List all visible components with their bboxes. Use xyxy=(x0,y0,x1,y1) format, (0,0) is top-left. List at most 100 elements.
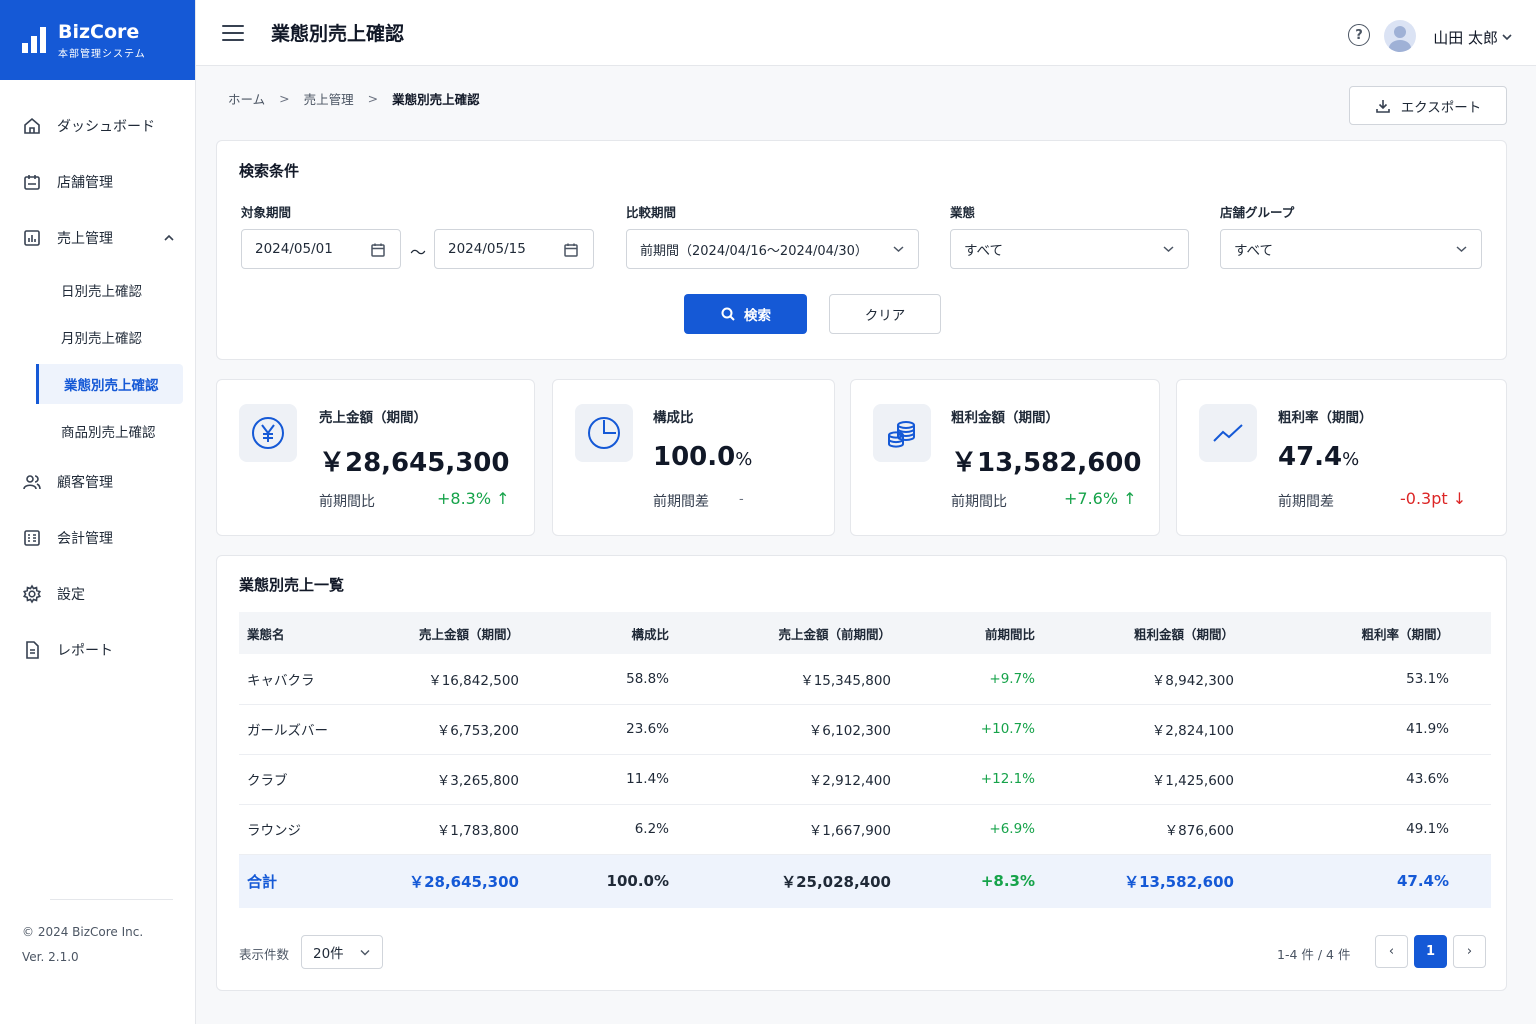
sidebar-subitem-monthly[interactable]: 月別売上確認 xyxy=(0,313,195,360)
column-header[interactable]: 前期間比 xyxy=(911,612,1063,654)
page-1-button[interactable]: 1 xyxy=(1414,935,1447,968)
table-row[interactable]: クラブ ￥3,265,800 11.4% ￥2,912,400 +12.1% ￥1,425… xyxy=(239,754,1491,805)
table-cell-type: ラウンジ xyxy=(239,804,389,855)
table-total-row[interactable]: 合計 ￥28,645,300 100.0% ￥25,028,400 +8.3% ￥13,5… xyxy=(239,854,1491,908)
sidebar-item-label: ダッシュボード xyxy=(57,119,155,135)
table-cell: ￥3,265,800 xyxy=(389,754,549,805)
breadcrumb-home[interactable]: ホーム xyxy=(228,89,265,108)
chevron-down-icon xyxy=(893,246,904,253)
table-cell: 6.2% xyxy=(549,804,699,855)
sidebar-subitem-daily[interactable]: 日別売上確認 xyxy=(0,266,195,313)
table-cell: ￥1,783,800 xyxy=(389,804,549,855)
kpi-card-sales: 売上金額（期間） ￥28,645,300 前期間比 +8.3% ↑ xyxy=(216,379,535,536)
calendar-icon[interactable] xyxy=(563,242,579,258)
sales-chart-icon xyxy=(24,230,40,246)
period-label: 対象期間 xyxy=(241,205,292,220)
coins-icon xyxy=(873,404,931,462)
table-row[interactable]: キャバクラ ￥16,842,500 58.8% ￥15,345,800 +9.7% ￥8,… xyxy=(239,654,1491,705)
sidebar-subitem-by-product[interactable]: 商品別売上確認 xyxy=(0,407,195,454)
kpi-compare-label: 前期間差 xyxy=(653,494,709,510)
table-cell-type: 合計 xyxy=(239,854,389,908)
table-cell-type: ガールズバー xyxy=(239,704,389,755)
table-cell: +8.3% xyxy=(911,854,1063,908)
table-cell: +12.1% xyxy=(911,754,1063,805)
users-icon xyxy=(23,475,41,490)
avatar[interactable] xyxy=(1384,20,1416,52)
column-header[interactable]: 構成比 xyxy=(549,612,699,654)
sidebar-item-settings[interactable]: 設定 xyxy=(0,566,195,622)
sidebar-item-label: 店舗管理 xyxy=(57,175,113,191)
date-from-value: 2024/05/01 xyxy=(255,241,333,257)
column-header[interactable]: 業態名 xyxy=(239,612,389,654)
chevron-down-icon xyxy=(1456,246,1467,253)
column-header[interactable]: 粗利金額（期間） xyxy=(1063,612,1268,654)
per-page-select[interactable]: 20件 xyxy=(301,935,383,969)
chevron-down-icon[interactable] xyxy=(1502,33,1512,41)
kpi-delta: - xyxy=(739,492,744,507)
sidebar-item-dashboard[interactable]: ダッシュボード xyxy=(0,98,195,154)
trend-line-icon xyxy=(1199,404,1257,462)
kpi-card-gross-profit: 粗利金額（期間） ￥13,582,600 前期間比 +7.6% ↑ xyxy=(850,379,1160,536)
user-name[interactable]: 山田 太郎 xyxy=(1433,27,1498,48)
type-label: 業態 xyxy=(950,205,976,220)
table-cell: 43.6% xyxy=(1268,754,1491,805)
table-row[interactable]: ガールズバー ￥6,753,200 23.6% ￥6,102,300 +10.7% ￥2,… xyxy=(239,704,1491,755)
store-group-select[interactable]: すべて xyxy=(1220,229,1482,269)
business-type-select[interactable]: すべて xyxy=(950,229,1189,269)
kpi-label: 粗利金額（期間） xyxy=(951,410,1059,426)
breadcrumb: ホーム > 売上管理 > 業態別売上確認 xyxy=(228,89,480,108)
table-cell-type: キャバクラ xyxy=(239,654,389,705)
table-cell: 11.4% xyxy=(549,754,699,805)
kpi-value: 100.0% xyxy=(653,442,753,472)
prev-page-button[interactable]: ‹ xyxy=(1375,935,1408,968)
table-cell: ￥1,667,900 xyxy=(699,804,911,855)
arrow-down-icon: ↓ xyxy=(1452,489,1467,508)
table-cell: ￥13,582,600 xyxy=(1063,854,1268,908)
compare-period-select[interactable]: 前期間（2024/04/16～2024/04/30） xyxy=(626,229,919,269)
breadcrumb-parent[interactable]: 売上管理 xyxy=(304,89,354,108)
sidebar-item-sales[interactable]: 売上管理 xyxy=(0,210,195,266)
table-cell: ￥876,600 xyxy=(1063,804,1268,855)
kpi-label: 構成比 xyxy=(653,410,694,426)
sidebar-subitem-by-type[interactable]: 業態別売上確認 xyxy=(36,364,183,404)
search-title: 検索条件 xyxy=(239,162,300,180)
kpi-label: 売上金額（期間） xyxy=(319,410,427,426)
sidebar-item-accounting[interactable]: 会計管理 xyxy=(0,510,195,566)
kpi-delta: +7.6% ↑ xyxy=(1064,489,1137,508)
calendar-icon[interactable] xyxy=(370,242,386,258)
table-cell-type: クラブ xyxy=(239,754,389,805)
date-from-input[interactable]: 2024/05/01 xyxy=(241,229,401,269)
kpi-compare-label: 前期間比 xyxy=(951,494,1007,510)
export-button[interactable]: エクスポート xyxy=(1349,86,1507,125)
bar-chart-logo-icon xyxy=(22,27,46,53)
table-cell: ￥6,753,200 xyxy=(389,704,549,755)
kpi-value: ￥28,645,300 xyxy=(319,448,510,478)
sidebar-item-label: 会計管理 xyxy=(57,531,113,547)
kpi-card-ratio: 構成比 100.0% 前期間差 - xyxy=(552,379,835,536)
hamburger-menu-icon[interactable] xyxy=(222,24,244,41)
app-logo[interactable]: BizCore 本部管理システム xyxy=(0,0,195,80)
date-to-input[interactable]: 2024/05/15 xyxy=(434,229,594,269)
column-header[interactable]: 売上金額（期間） xyxy=(389,612,549,654)
search-button[interactable]: 検索 xyxy=(684,294,807,334)
sidebar-item-customers[interactable]: 顧客管理 xyxy=(0,454,195,510)
help-icon[interactable]: ? xyxy=(1348,24,1370,46)
sidebar-item-store[interactable]: 店舗管理 xyxy=(0,154,195,210)
chevron-down-icon xyxy=(360,950,370,956)
store-group-value: すべて xyxy=(1234,243,1274,259)
chevron-up-icon[interactable] xyxy=(163,232,175,244)
next-page-button[interactable]: › xyxy=(1453,935,1486,968)
sidebar-item-report[interactable]: レポート xyxy=(0,622,195,678)
table-cell: 53.1% xyxy=(1268,654,1491,705)
table-cell: ￥8,942,300 xyxy=(1063,654,1268,705)
kpi-delta: +8.3% ↑ xyxy=(437,489,510,508)
type-sales-table: 業態名 売上金額（期間） 構成比 売上金額（前期間） 前期間比 粗利金額（期間）… xyxy=(239,612,1491,908)
kpi-card-gross-margin: 粗利率（期間） 47.4% 前期間差 -0.3pt ↓ xyxy=(1176,379,1507,536)
clear-button[interactable]: クリア xyxy=(829,294,941,334)
table-cell: 41.9% xyxy=(1268,704,1491,755)
table-cell: ￥6,102,300 xyxy=(699,704,911,755)
table-cell: ￥1,425,600 xyxy=(1063,754,1268,805)
column-header[interactable]: 売上金額（前期間） xyxy=(699,612,911,654)
table-row[interactable]: ラウンジ ￥1,783,800 6.2% ￥1,667,900 +6.9% ￥876,60… xyxy=(239,804,1491,855)
column-header[interactable]: 粗利率（期間） xyxy=(1268,612,1491,654)
